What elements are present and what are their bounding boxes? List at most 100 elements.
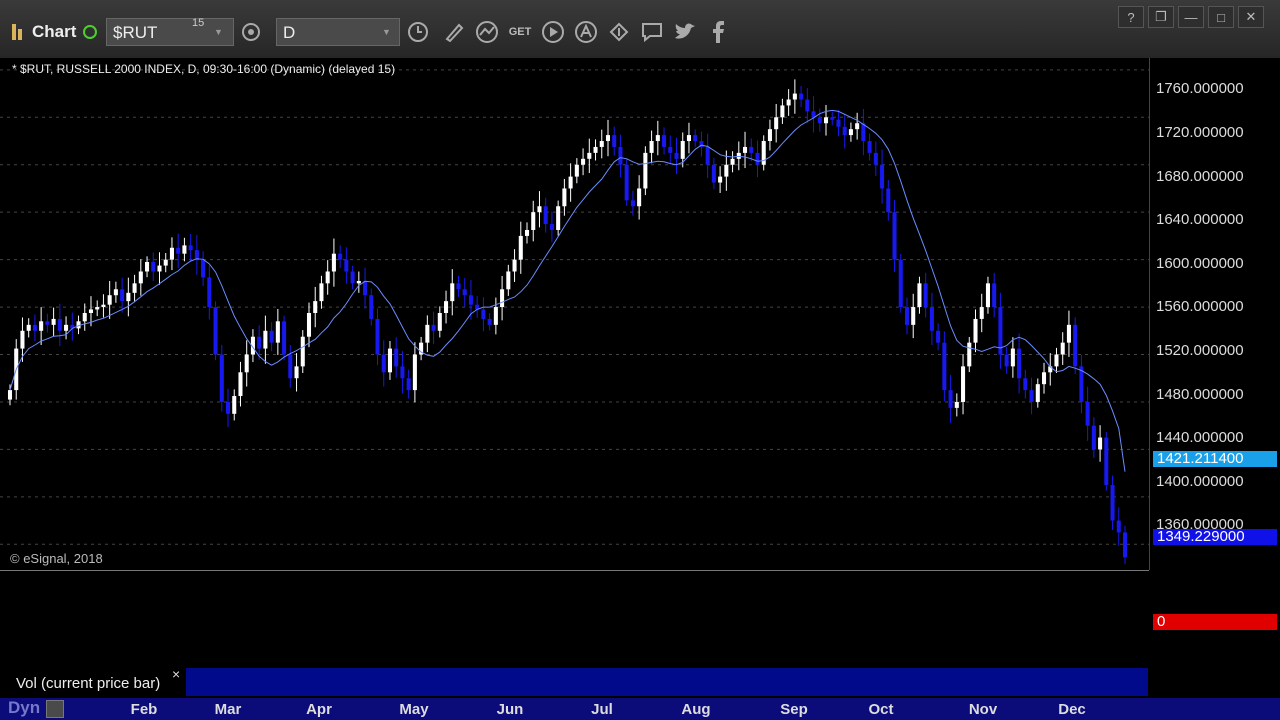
candle-body (244, 354, 249, 373)
month-label: Dec (1058, 701, 1086, 718)
candle-body (238, 372, 243, 397)
candle-body (132, 283, 137, 293)
price-tick: 1520.000000 (1156, 342, 1244, 359)
candle-body (325, 271, 330, 284)
volume-value-tag: 0 (1153, 614, 1277, 630)
candle-body (568, 176, 573, 189)
chart-title-group[interactable]: Chart (12, 20, 98, 44)
ma-value-tag: 1421.211400 (1153, 451, 1277, 467)
candle-body (350, 271, 355, 284)
candle-body (381, 354, 386, 373)
candle-body (462, 289, 467, 296)
candle-body (992, 283, 997, 308)
candle-body (387, 348, 392, 373)
candle-body (294, 366, 299, 379)
maximize-button[interactable]: □ (1208, 6, 1234, 28)
candle-body (95, 307, 100, 310)
candle-body (45, 321, 50, 325)
candle-body (1066, 324, 1071, 343)
candle-body (369, 295, 374, 319)
price-chart[interactable] (0, 58, 1149, 570)
candle-body (736, 152, 741, 159)
candle-body (948, 390, 953, 408)
month-label: Jun (496, 701, 524, 718)
candle-body (263, 330, 268, 349)
dynamic-toggle[interactable]: Dyn (8, 698, 40, 718)
candle-body (880, 164, 885, 189)
pencil-icon[interactable] (439, 18, 469, 46)
pane-separator[interactable] (0, 570, 1149, 571)
candle-body (855, 123, 860, 130)
candle-body (967, 342, 972, 367)
candle-body (1023, 378, 1028, 391)
candle-body (655, 135, 660, 142)
candle-body (612, 135, 617, 147)
candle-body (207, 277, 212, 308)
candle-body (356, 280, 361, 284)
candle-body (587, 152, 592, 159)
month-label: Oct (868, 701, 894, 718)
candle-body (942, 342, 947, 391)
clock-icon[interactable] (403, 18, 433, 46)
candle-body (1010, 348, 1015, 367)
candle-body (518, 235, 523, 260)
candle-body (549, 224, 554, 230)
close-button[interactable]: ✕ (1238, 6, 1264, 28)
candle-body (637, 188, 642, 207)
candle-body (524, 229, 530, 236)
candle-body (444, 301, 449, 313)
candle-body (531, 212, 536, 230)
candle-body (487, 318, 492, 325)
restore-layout-button[interactable]: ❐ (1148, 6, 1174, 28)
candle-body (126, 292, 131, 302)
volume-study-bar (186, 668, 1148, 696)
candle-body (88, 309, 94, 313)
candle-body (64, 324, 69, 331)
candle-body (1041, 372, 1047, 385)
link-icon[interactable] (604, 18, 634, 46)
candle-body (929, 307, 934, 331)
candle-body (512, 259, 517, 272)
lock-icon[interactable] (46, 700, 64, 718)
play-icon[interactable] (538, 18, 568, 46)
chart-header: * $RUT, RUSSELL 2000 INDEX, D, 09:30-16:… (12, 62, 396, 76)
interval-dropdown-icon[interactable]: ▼ (382, 27, 391, 37)
candle-body (213, 307, 218, 355)
candle-body (848, 129, 853, 136)
chat-icon[interactable] (637, 18, 667, 46)
settings-gear-icon[interactable] (236, 18, 266, 46)
candle-body (468, 295, 473, 305)
candle-body (412, 354, 417, 391)
candle-body (823, 117, 829, 124)
candle-body (755, 152, 760, 165)
price-axis[interactable]: 1760.000000 1720.000000 1680.000000 1640… (1149, 58, 1280, 570)
help-button[interactable]: ? (1118, 6, 1144, 28)
candle-body (624, 164, 629, 201)
candle-body (257, 336, 262, 349)
candle-body (269, 330, 274, 343)
study-label[interactable]: Vol (current price bar) (8, 668, 186, 696)
symbol-dropdown-icon[interactable]: ▼ (214, 27, 223, 37)
minimize-button[interactable]: — (1178, 6, 1204, 28)
candle-body (668, 146, 673, 153)
facebook-icon[interactable] (703, 18, 733, 46)
candle-body (450, 283, 455, 302)
month-label: Aug (681, 701, 711, 718)
candle-body (201, 259, 206, 278)
close-study-icon[interactable]: × (172, 666, 180, 682)
status-dot-icon (83, 25, 98, 39)
candle-body (169, 247, 174, 260)
price-tick: 1440.000000 (1156, 429, 1244, 446)
candle-body (1004, 354, 1009, 367)
alert-icon[interactable] (571, 18, 601, 46)
candle-body (163, 259, 168, 266)
twitter-icon[interactable] (670, 18, 700, 46)
month-label: Sep (780, 701, 808, 718)
time-axis[interactable] (0, 698, 1280, 720)
candle-body (101, 304, 106, 308)
candle-body (686, 135, 691, 142)
candle-body (985, 283, 990, 308)
month-label: Nov (968, 701, 998, 718)
line-tool-icon[interactable] (472, 18, 502, 46)
get-icon[interactable]: GET (505, 18, 535, 46)
